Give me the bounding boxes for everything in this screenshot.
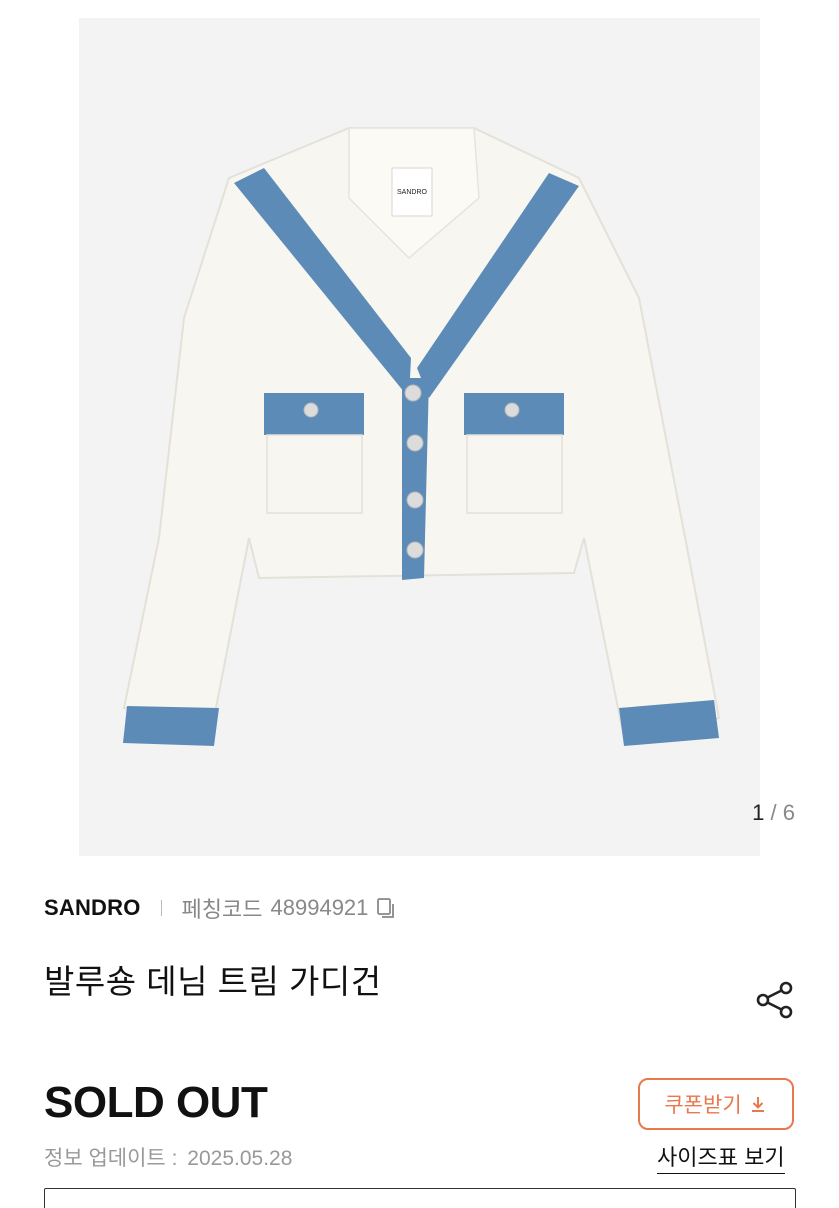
download-icon <box>748 1094 768 1114</box>
label-tag-text: SANDRO <box>397 189 428 196</box>
info-update-date: 2025.05.28 <box>187 1147 293 1170</box>
meta-divider <box>160 900 162 916</box>
image-counter-current: 1 <box>752 800 765 825</box>
option-select-box[interactable] <box>44 1188 796 1208</box>
image-counter-total: 6 <box>782 800 795 825</box>
image-counter-separator: / <box>770 800 777 825</box>
share-icon <box>756 981 793 1019</box>
image-counter: 1 / 6 <box>752 800 795 826</box>
info-update: 정보 업데이트 : 2025.05.28 <box>44 1142 292 1172</box>
share-button[interactable] <box>752 977 798 1023</box>
copy-icon[interactable] <box>374 896 398 920</box>
size-chart-link[interactable]: 사이즈표 보기 <box>657 1140 785 1174</box>
product-image-gallery[interactable]: SANDRO 1 / 6 <box>0 0 839 870</box>
product-code-value: 48994921 <box>270 895 369 920</box>
cardigan-illustration: SANDRO <box>122 127 721 746</box>
info-update-label: 정보 업데이트 : <box>44 1147 178 1170</box>
product-meta-row: SANDRO 페칭코드 48994921 <box>44 892 398 924</box>
coupon-button[interactable]: 쿠폰받기 <box>638 1078 794 1130</box>
product-title: 발루숑 데님 트림 가디건 <box>44 963 382 1000</box>
product-code-label: 페칭코드 <box>181 897 263 922</box>
product-photo[interactable]: SANDRO <box>79 18 760 856</box>
sold-out-status: SOLD OUT <box>44 1078 268 1127</box>
brand-name[interactable]: SANDRO <box>44 895 141 921</box>
coupon-button-label: 쿠폰받기 <box>664 1094 742 1117</box>
